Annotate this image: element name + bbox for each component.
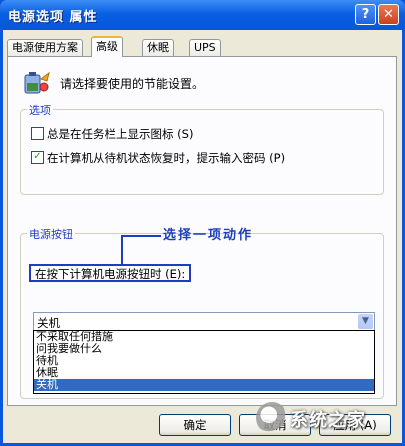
tab-ups[interactable]: UPS <box>189 39 221 56</box>
tab-hibernate[interactable]: 休眠 <box>142 39 174 56</box>
window-title: 电源选项 属性 <box>8 10 98 25</box>
dropdown-option[interactable]: 问我要做什么 <box>34 343 374 355</box>
prompt-password-option[interactable]: ✓ 在计算机从待机状态恢复时，提示输入密码 (P) <box>31 150 285 166</box>
chevron-down-icon[interactable]: ▼ <box>358 314 373 329</box>
tab-advanced[interactable]: 高级 <box>91 36 123 57</box>
options-group-title: 选项 <box>27 102 53 118</box>
watermark: 系统之家 <box>250 398 400 442</box>
dropdown-option[interactable]: 待机 <box>34 355 374 367</box>
power-button-group-title: 电源按钮 <box>27 226 75 242</box>
dialog-client-area: 电源使用方案 高级 休眠 UPS 请选择要使用的节能设置。 选项 总是在任务栏上… <box>3 30 402 443</box>
ok-button[interactable]: 确定 <box>159 414 231 436</box>
help-button[interactable]: ? <box>355 4 376 25</box>
show-tray-icon-checkbox[interactable] <box>31 127 44 140</box>
prompt-password-label: 在计算机从待机状态恢复时，提示输入密码 (P) <box>47 151 286 165</box>
show-tray-icon-option[interactable]: 总是在任务栏上显示图标 (S) <box>31 126 193 142</box>
intro-text: 请选择要使用的节能设置。 <box>60 77 205 91</box>
power-button-label: 在按下计算机电源按钮时 (E): <box>29 264 192 282</box>
action-dropdown-list: 不采取任何措施 问我要做什么 待机 休眠 关机 <box>33 330 375 394</box>
prompt-password-checkbox[interactable]: ✓ <box>31 151 44 164</box>
watermark-text: 系统之家 <box>290 410 366 431</box>
annotation-line <box>121 235 161 237</box>
close-button[interactable]: ✕ <box>378 4 399 25</box>
show-tray-icon-label: 总是在任务栏上显示图标 (S) <box>47 127 194 141</box>
dropdown-option-selected[interactable]: 关机 <box>34 379 374 391</box>
tab-power-schemes[interactable]: 电源使用方案 <box>7 39 83 56</box>
annotation-callout: 选择一项动作 <box>163 228 254 243</box>
properties-window: 电源选项 属性 ? ✕ 电源使用方案 高级 休眠 UPS 请选择要使用的节能设置… <box>0 0 405 446</box>
options-group: 选项 总是在任务栏上显示图标 (S) ✓ 在计算机从待机状态恢复时，提示输入密码 … <box>20 102 384 195</box>
dropdown-option[interactable]: 休眠 <box>34 367 374 379</box>
selected-action-value: 关机 <box>37 316 60 330</box>
title-bar[interactable]: 电源选项 属性 ? ✕ <box>0 0 405 30</box>
power-battery-icon <box>24 71 50 94</box>
annotation-line-vertical <box>121 235 123 265</box>
watermark-logo-icon <box>256 402 288 434</box>
power-button-action-select[interactable]: 关机 ▼ <box>33 312 375 331</box>
